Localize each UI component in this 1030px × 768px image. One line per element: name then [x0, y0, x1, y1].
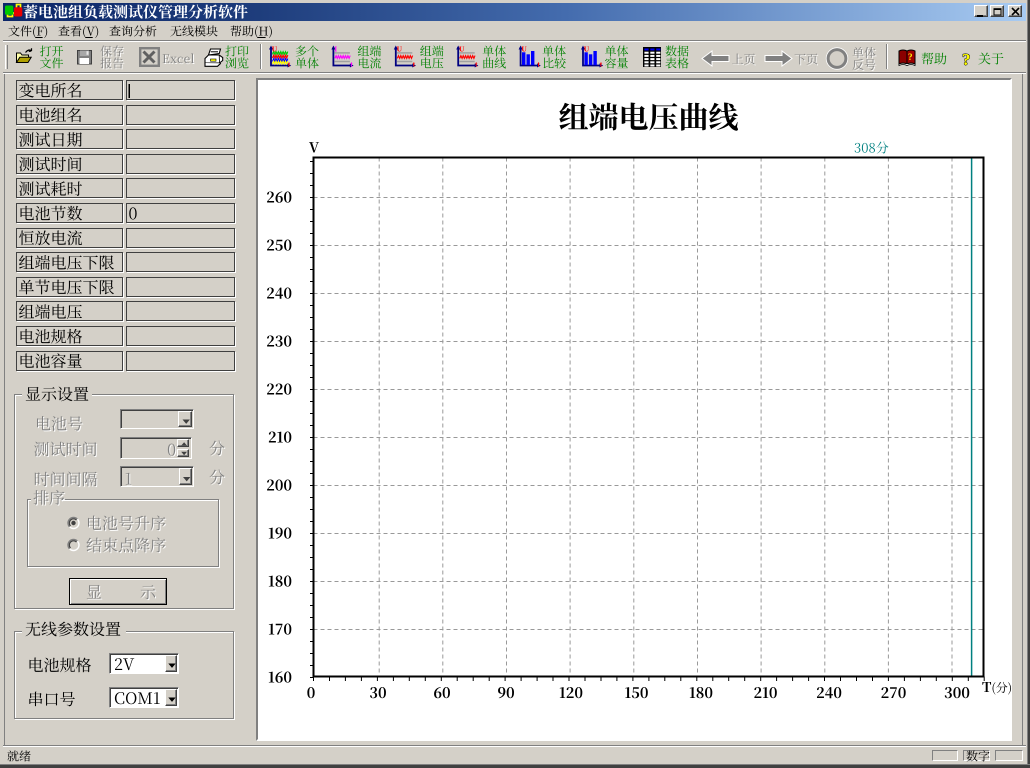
svg-text:I: I — [334, 45, 337, 54]
svg-text:?: ? — [908, 52, 913, 62]
svg-text:t: t — [600, 60, 603, 69]
svg-text:U: U — [397, 45, 403, 54]
svg-text:U: U — [272, 45, 278, 54]
svg-text:t: t — [475, 60, 478, 69]
svg-text:U: U — [521, 45, 527, 54]
svg-text:t: t — [413, 60, 416, 69]
svg-text:t: t — [537, 60, 540, 69]
svg-text:U: U — [584, 45, 590, 54]
svg-text:t: t — [350, 60, 353, 69]
svg-text:U: U — [459, 45, 465, 54]
svg-text:t: t — [288, 60, 291, 69]
svg-text:?: ? — [962, 50, 971, 69]
